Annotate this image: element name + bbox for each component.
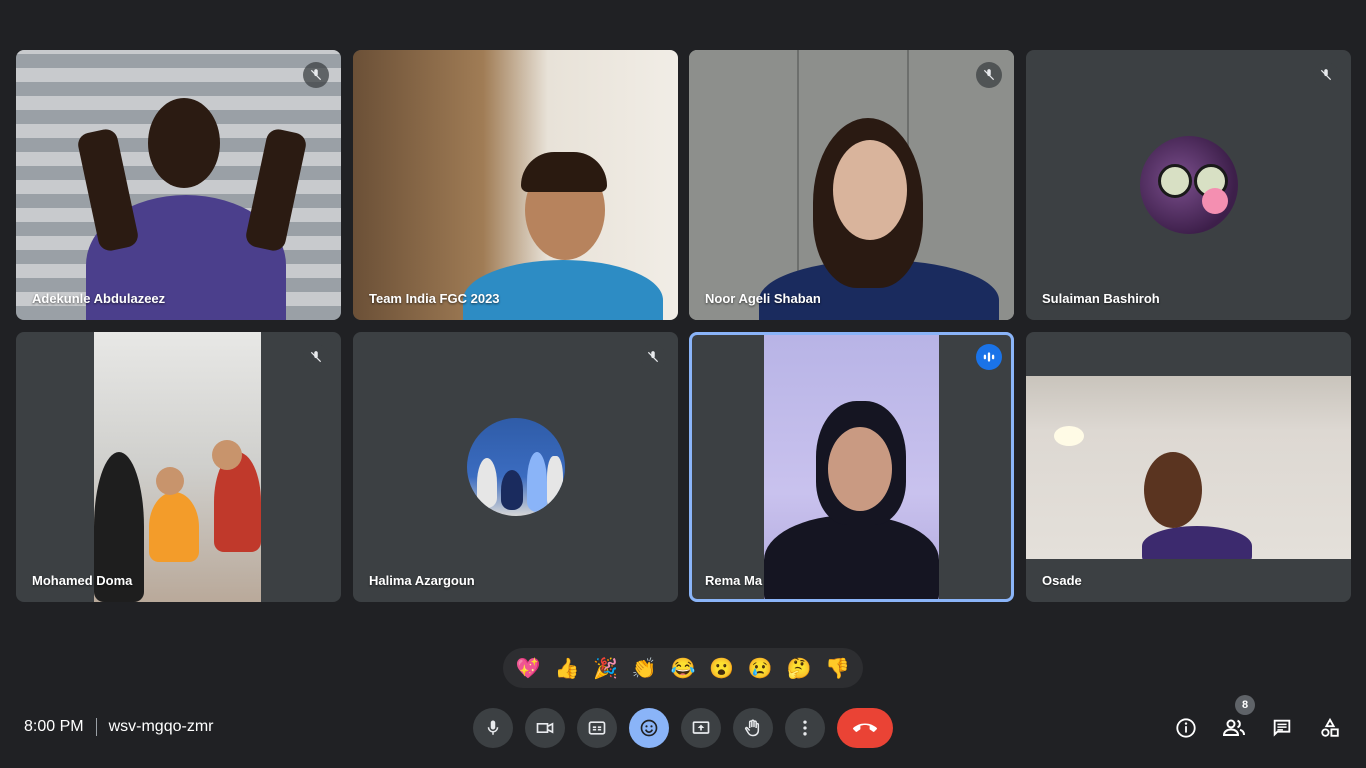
participant-name: Halima Azargoun [369, 573, 475, 588]
participant-tile-3[interactable]: Noor Ageli Shaban [689, 50, 1014, 320]
muted-indicator [303, 344, 329, 370]
participant-video [353, 50, 678, 320]
more-options-button[interactable] [785, 708, 825, 748]
captions-icon [588, 721, 606, 735]
meeting-info-button[interactable] [1170, 712, 1202, 744]
participant-name: Team India FGC 2023 [369, 291, 500, 306]
people-button[interactable] [1218, 712, 1250, 744]
emoji-icon [640, 719, 658, 737]
mic-off-icon [310, 351, 322, 363]
mic-off-icon [983, 69, 995, 81]
people-count-badge: 8 [1235, 695, 1255, 715]
participant-tile-7[interactable]: Rema Ma [689, 332, 1014, 602]
present-button[interactable] [681, 708, 721, 748]
participant-video [1026, 376, 1351, 559]
meeting-details: 8:00 PM wsv-mgqo-zmr [24, 718, 213, 736]
participant-video [689, 50, 1014, 320]
reaction-party[interactable]: 🎉 [590, 656, 622, 681]
reaction-thumbs-down[interactable]: 👎 [822, 656, 854, 681]
muted-indicator [640, 344, 666, 370]
participant-video [764, 335, 939, 599]
participant-tile-4[interactable]: Sulaiman Bashiroh [1026, 50, 1351, 320]
participant-tile-1[interactable]: Adekunle Abdulazeez [16, 50, 341, 320]
participant-name: Adekunle Abdulazeez [32, 291, 166, 306]
chat-button[interactable] [1266, 712, 1298, 744]
activities-icon [1321, 717, 1339, 737]
meeting-time: 8:00 PM [24, 718, 84, 735]
end-call-button[interactable] [837, 708, 893, 748]
participant-name: Noor Ageli Shaban [705, 291, 821, 306]
participant-tile-2[interactable]: Team India FGC 2023 [353, 50, 678, 320]
reactions-bar: 💖 👍 🎉 👏 😂 😮 😢 🤔 👎 [503, 648, 863, 688]
participant-tile-6[interactable]: Halima Azargoun [353, 332, 678, 602]
mic-off-icon [1320, 69, 1332, 81]
speaking-indicator [976, 344, 1002, 370]
people-icon [1222, 719, 1245, 736]
raise-hand-button[interactable] [733, 708, 773, 748]
participant-video [16, 50, 341, 320]
reaction-thumbs-up[interactable]: 👍 [551, 656, 583, 681]
emoji-button[interactable] [629, 708, 669, 748]
muted-indicator [303, 62, 329, 88]
participant-name: Osade [1042, 573, 1082, 588]
participant-tile-8[interactable]: Osade [1026, 332, 1351, 602]
muted-indicator [1313, 62, 1339, 88]
info-icon [1176, 718, 1196, 738]
participant-avatar [1139, 136, 1238, 234]
mic-icon [487, 720, 499, 735]
participant-video [94, 332, 261, 602]
meeting-code: wsv-mgqo-zmr [108, 718, 214, 735]
participant-tile-5[interactable]: Mohamed Doma [16, 332, 341, 602]
more-options-icon [803, 720, 807, 736]
participant-avatar [466, 418, 565, 516]
end-call-icon [853, 723, 877, 732]
divider [95, 718, 97, 736]
camera-button[interactable] [525, 708, 565, 748]
chat-icon [1273, 719, 1291, 737]
reaction-sad[interactable]: 😢 [744, 656, 776, 681]
reaction-sparkling-heart[interactable]: 💖 [512, 656, 544, 681]
mic-button[interactable] [473, 708, 513, 748]
reaction-thinking[interactable]: 🤔 [783, 656, 815, 681]
participant-name: Sulaiman Bashiroh [1042, 291, 1160, 306]
raise-hand-icon [744, 719, 760, 737]
reaction-surprised[interactable]: 😮 [706, 656, 738, 681]
mic-off-icon [647, 351, 659, 363]
muted-indicator [976, 62, 1002, 88]
present-icon [692, 721, 710, 734]
camera-icon [536, 722, 554, 734]
audio-level-icon [983, 352, 995, 362]
captions-button[interactable] [577, 708, 617, 748]
reaction-clap[interactable]: 👏 [628, 656, 660, 681]
reaction-laugh[interactable]: 😂 [667, 656, 699, 681]
participant-name: Rema Ma [705, 573, 763, 588]
mic-off-icon [310, 69, 322, 81]
participant-name: Mohamed Doma [32, 573, 133, 588]
activities-button[interactable] [1314, 712, 1346, 744]
